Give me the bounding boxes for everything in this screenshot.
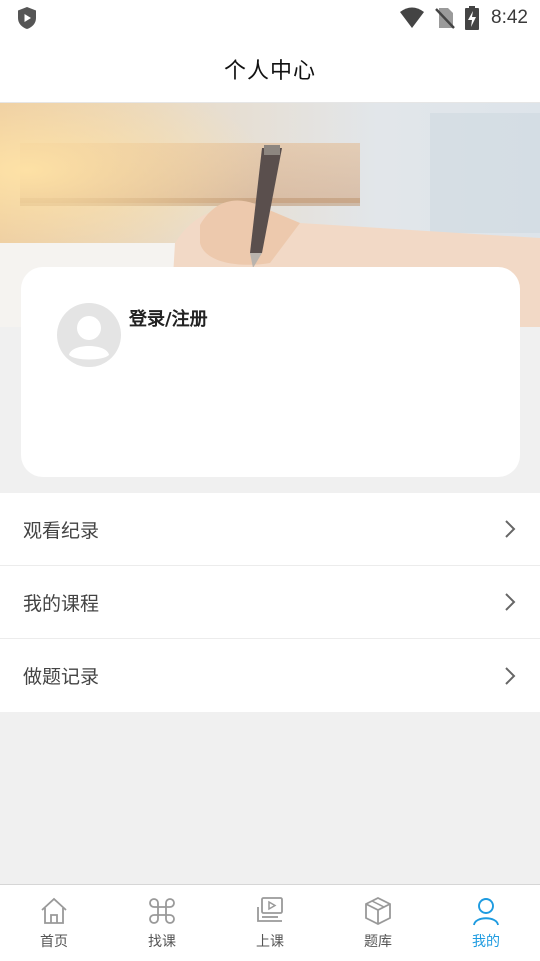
tab-find-course[interactable]: 找课 — [108, 885, 216, 961]
chevron-right-icon — [505, 666, 516, 685]
login-register-link[interactable]: 登录/注册 — [129, 305, 208, 331]
profile-card: 登录/注册 — [21, 267, 520, 477]
user-icon — [473, 898, 499, 926]
status-time: 8:42 — [491, 7, 528, 28]
status-bar: 8:42 — [0, 0, 540, 36]
tab-attend-class[interactable]: 上课 — [216, 885, 324, 961]
no-sim-icon — [435, 8, 455, 29]
wifi-icon — [400, 7, 425, 28]
chevron-right-icon — [505, 520, 516, 538]
avatar-placeholder-icon[interactable] — [57, 303, 121, 367]
tab-label: 题库 — [364, 934, 392, 950]
menu-item-label: 观看纪录 — [23, 519, 100, 542]
command-icon — [149, 898, 175, 924]
menu-item-quiz-records[interactable]: 做题记录 — [0, 639, 540, 712]
menu-item-label: 我的课程 — [23, 592, 100, 615]
tab-mine[interactable]: 我的 — [432, 885, 540, 961]
tab-home[interactable]: 首页 — [0, 885, 108, 961]
chevron-right-icon — [505, 593, 516, 611]
menu-list: 观看纪录 我的课程 做题记录 — [0, 493, 540, 712]
menu-item-watch-history[interactable]: 观看纪录 — [0, 493, 540, 566]
bottom-tab-bar: 首页 找课 上课 题库 我的 — [0, 884, 540, 961]
home-icon — [41, 897, 67, 924]
tab-label: 首页 — [40, 934, 68, 950]
video-lesson-icon — [257, 897, 283, 922]
title-bar: 个人中心 — [0, 36, 540, 103]
tab-question-bank[interactable]: 题库 — [324, 885, 432, 961]
tab-label: 找课 — [148, 934, 176, 950]
menu-item-my-courses[interactable]: 我的课程 — [0, 566, 540, 639]
menu-item-label: 做题记录 — [23, 666, 100, 688]
tab-label: 我的 — [472, 934, 500, 950]
tab-label: 上课 — [256, 934, 284, 950]
shield-play-icon — [18, 7, 36, 29]
page-title: 个人中心 — [223, 59, 316, 84]
battery-charging-icon — [465, 6, 480, 30]
cube-icon — [365, 896, 391, 926]
